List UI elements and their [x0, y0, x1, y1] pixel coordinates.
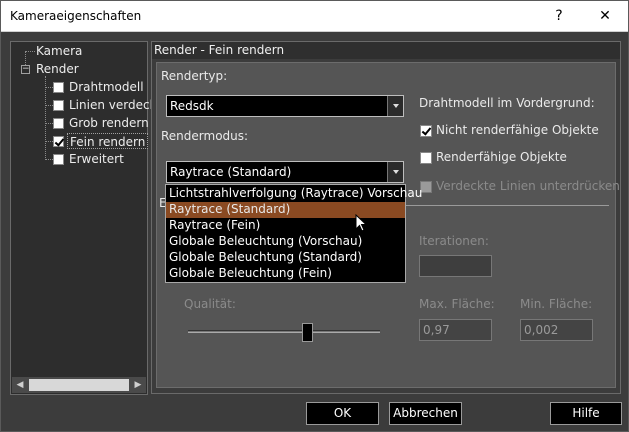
renderable-objects-label: Renderfähige Objekte [436, 150, 567, 164]
erweitert-checkbox[interactable] [53, 154, 64, 165]
min-area-field[interactable]: 0,002 [520, 319, 593, 341]
tree-item-label: Erweitert [69, 152, 124, 166]
dropdown-option[interactable]: Lichtstrahlverfolgung (Raytrace) Vorscha… [166, 186, 422, 202]
mouse-cursor-icon [355, 214, 368, 232]
tree-item-drahtmodell[interactable]: Drahtmodell [69, 79, 144, 95]
title-bar: Kameraeigenschaften ? ✕ [1, 1, 628, 32]
tree-item-kamera[interactable]: Kamera [36, 43, 82, 59]
render-type-combo[interactable]: Redsdk [166, 95, 404, 117]
tree-horizontal-scrollbar[interactable]: ◀ ▶ [12, 377, 146, 393]
tree-connector [45, 123, 53, 124]
tree-item-label: Fein rendern [70, 135, 146, 149]
fein-rendern-checkbox[interactable] [53, 136, 64, 147]
tree-item-erweitert[interactable]: Erweitert [69, 151, 124, 167]
grob-rendern-checkbox[interactable] [53, 118, 64, 129]
collapse-icon[interactable]: − [21, 65, 30, 74]
panel-title: Render - Fein rendern [152, 42, 620, 59]
wireframe-foreground-label: Drahtmodell im Vordergrund: [419, 96, 595, 110]
chevron-down-icon[interactable] [387, 96, 403, 116]
render-type-value: Redsdk [170, 99, 214, 113]
dropdown-option[interactable]: Globale Beleuchtung (Standard) [166, 250, 405, 266]
max-area-value: 0,97 [423, 323, 450, 337]
tree-item-label: Drahtmodell [69, 80, 144, 94]
tree-connector [45, 76, 46, 158]
tree-item-label: Kamera [36, 44, 83, 58]
dropdown-option[interactable]: Globale Beleuchtung (Fein) [166, 266, 405, 282]
iterations-label: Iterationen: [419, 234, 489, 248]
quality-label: Qualität: [184, 297, 236, 311]
render-mode-combo[interactable]: Raytrace (Standard) [166, 161, 404, 183]
help-title-button[interactable]: ? [536, 1, 582, 32]
tree-connector [45, 159, 53, 160]
drahtmodell-checkbox[interactable] [53, 82, 64, 93]
window-title: Kameraeigenschaften [10, 9, 142, 23]
camera-properties-dialog: Kameraeigenschaften ? ✕ Kamera − Render … [0, 0, 629, 432]
tree-item-grob-rendern[interactable]: Grob rendern [69, 115, 149, 131]
dropdown-option[interactable]: Raytrace (Fein) [166, 218, 405, 234]
settings-tree: Kamera − Render Drahtmodell Linien verde… [10, 41, 157, 395]
chevron-down-icon[interactable] [387, 162, 403, 182]
group-divider [406, 205, 609, 206]
non-renderable-objects-checkbox[interactable] [420, 125, 432, 137]
dropdown-option[interactable]: Globale Beleuchtung (Vorschau) [166, 234, 405, 250]
tree-item-linien-verdeckt[interactable]: Linien verdeck [69, 97, 157, 113]
render-mode-label: Rendermodus: [161, 129, 249, 143]
tree-item-label: Linien verdeck [69, 98, 157, 112]
tree-connector [45, 87, 53, 88]
dropdown-option-selected[interactable]: Raytrace (Standard) [166, 202, 405, 218]
render-type-label: Rendertyp: [161, 69, 228, 83]
close-button[interactable]: ✕ [582, 1, 628, 32]
quality-slider-thumb[interactable] [302, 323, 314, 342]
tree-connector [45, 141, 53, 142]
scroll-left-icon[interactable]: ◀ [12, 377, 28, 393]
linien-verdeckt-checkbox[interactable] [53, 100, 64, 111]
hide-lines-label: Verdeckte Linien unterdrücken [436, 179, 620, 193]
tree-item-label: Grob rendern [69, 116, 149, 130]
iterations-field[interactable] [419, 255, 492, 277]
help-button[interactable]: Hilfe [550, 402, 622, 425]
min-area-label: Min. Fläche: [520, 297, 593, 311]
scroll-thumb[interactable] [29, 379, 129, 391]
scroll-right-icon[interactable]: ▶ [130, 377, 146, 393]
tree-connector [25, 51, 35, 52]
non-renderable-objects-label: Nicht renderfähige Objekte [436, 123, 599, 137]
tree-item-label: Render [36, 62, 79, 76]
min-area-value: 0,002 [524, 323, 559, 337]
cancel-button[interactable]: Abbrechen [389, 402, 462, 425]
tree-item-render[interactable]: Render [36, 61, 79, 77]
tree-item-fein-rendern[interactable]: Fein rendern [67, 133, 149, 149]
renderable-objects-checkbox[interactable] [420, 152, 432, 164]
max-area-label: Max. Fläche: [419, 297, 495, 311]
quality-slider-track[interactable] [188, 330, 380, 333]
max-area-field[interactable]: 0,97 [419, 319, 492, 341]
render-mode-dropdown-list: Lichtstrahlverfolgung (Raytrace) Vorscha… [165, 184, 422, 283]
ok-button[interactable]: OK [306, 402, 379, 425]
tree-connector [45, 105, 53, 106]
render-mode-value: Raytrace (Standard) [170, 165, 292, 179]
